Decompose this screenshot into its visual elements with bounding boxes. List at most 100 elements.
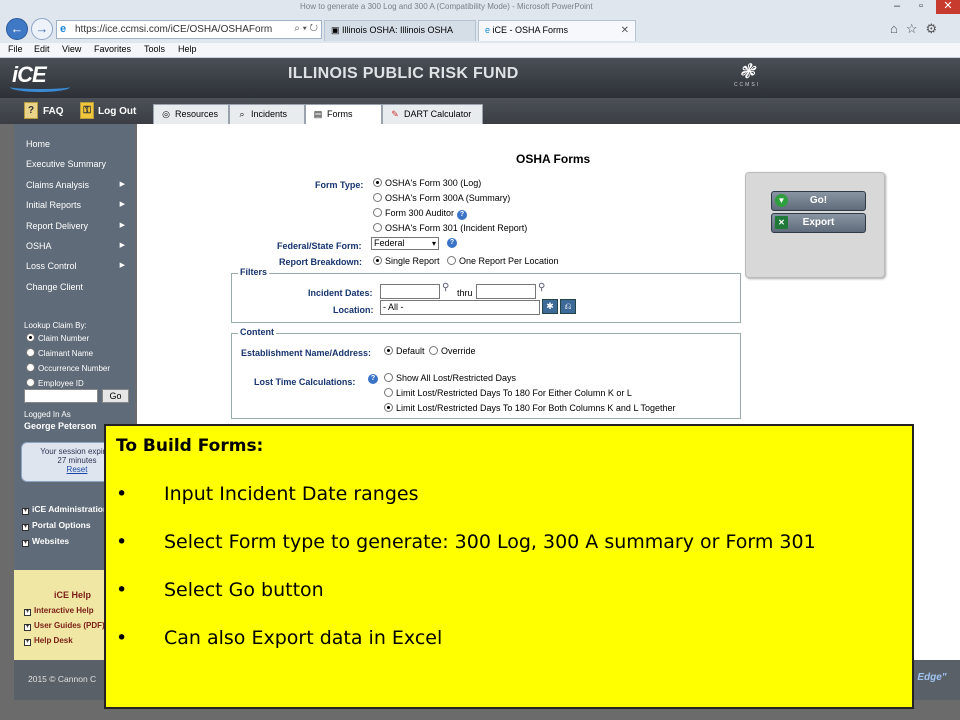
back-button[interactable]: ← (6, 18, 28, 40)
sidebar-link-portal-options[interactable]: + Portal Options (22, 520, 91, 531)
help-link-interactive[interactable]: + Interactive Help (24, 606, 94, 616)
radio-selected[interactable] (384, 346, 393, 355)
content-legend: Content (238, 327, 276, 337)
radio[interactable] (26, 348, 35, 357)
lookup-employee-id-radio[interactable]: Employee ID (26, 378, 84, 388)
plus-icon: + (22, 508, 29, 515)
lost-time-limit-either-radio[interactable]: Limit Lost/Restricted Days To 180 For Ei… (384, 388, 632, 398)
magnifier-icon: ⌕ (239, 109, 245, 119)
logged-in-user: George Peterson (24, 421, 97, 431)
radio-selected[interactable] (373, 178, 382, 187)
help-icon[interactable]: ? (457, 210, 468, 220)
location-label: Location: (333, 305, 374, 315)
sidebar-item-claims-analysis[interactable]: Claims Analysis ▶ (14, 175, 135, 195)
help-link-help-desk[interactable]: + Help Desk (24, 636, 73, 646)
address-bar[interactable]: e https://ice.ccmsi.com/iCE/OSHA/OSHAFor… (56, 20, 322, 39)
app-header: iCE ILLINOIS PUBLIC RISK FUND ❃ CCMSI (0, 58, 960, 98)
radio-selected[interactable] (373, 256, 382, 265)
window-titlebar: How to generate a 300 Log and 300 A (Com… (0, 0, 960, 16)
gear-icon[interactable]: ⚙ (926, 21, 946, 36)
lookup-go-button[interactable]: Go (102, 389, 129, 403)
radio[interactable] (429, 346, 438, 355)
location-picker-icon[interactable]: ✱ (542, 299, 558, 314)
address-url[interactable]: https://ice.ccmsi.com/iCE/OSHA/OSHAForm (75, 24, 272, 35)
radio[interactable] (26, 378, 35, 387)
lost-time-show-all-radio[interactable]: Show All Lost/Restricted Days (384, 373, 516, 383)
sidebar-item-osha[interactable]: OSHA ▶ (14, 236, 135, 256)
menu-edit[interactable]: Edit (34, 44, 50, 54)
tab-resources[interactable]: ◎ Resources (153, 104, 229, 124)
minimize-icon[interactable]: – (886, 0, 908, 14)
maximize-icon[interactable]: ▫ (910, 0, 932, 14)
form-type-300a-summary-radio[interactable]: OSHA's Form 300A (Summary) (373, 193, 510, 203)
export-button[interactable]: ✕ Export (771, 213, 866, 233)
location-input[interactable]: - All - (380, 300, 540, 315)
logout-link[interactable]: Log Out (98, 106, 136, 117)
form-type-300-auditor-radio[interactable]: Form 300 Auditor? (373, 208, 468, 220)
close-tab-icon[interactable]: ✕ (621, 25, 629, 36)
search-refresh-icons[interactable]: ⌕ ▾ ↻ (294, 23, 318, 34)
menu-tools[interactable]: Tools (144, 44, 165, 54)
lost-time-limit-both-radio[interactable]: Limit Lost/Restricted Days To 180 For Bo… (384, 403, 675, 413)
breakdown-single-report-radio[interactable]: Single Report (373, 256, 440, 266)
calendar-icon[interactable]: ⚲ (538, 282, 545, 293)
radio[interactable] (373, 208, 382, 217)
radio[interactable] (373, 193, 382, 202)
home-icon[interactable]: ⌂ (890, 21, 906, 36)
faq-icon[interactable]: ? (24, 102, 38, 119)
go-button[interactable]: ▼ Go! (771, 191, 866, 211)
radio-selected[interactable] (26, 333, 35, 342)
help-icon[interactable]: ? (368, 374, 378, 384)
radio[interactable] (384, 373, 393, 382)
calendar-icon[interactable]: ⚲ (442, 282, 449, 293)
sidebar-item-report-delivery[interactable]: Report Delivery ▶ (14, 216, 135, 236)
menu-help[interactable]: Help (178, 44, 197, 54)
incident-date-from-input[interactable] (380, 284, 440, 299)
sidebar-item-home[interactable]: Home (14, 134, 135, 154)
federal-state-select[interactable]: Federal ▾ (371, 237, 439, 250)
help-icon[interactable]: ? (447, 238, 457, 248)
close-icon[interactable]: ✕ (936, 0, 960, 14)
establishment-default-radio[interactable]: Default (384, 346, 425, 356)
location-clear-icon[interactable]: ⎌ (560, 299, 576, 314)
lookup-claim-number-radio[interactable]: Claim Number (26, 333, 89, 343)
help-link-user-guides[interactable]: + User Guides (PDF) (24, 621, 105, 631)
bullet-icon: • (116, 579, 128, 601)
form-type-label: Form Type: (315, 180, 364, 190)
page-title: OSHA Forms (516, 152, 591, 166)
tab-dart-calculator[interactable]: ✎ DART Calculator (382, 104, 483, 124)
tab-forms[interactable]: ▤ Forms (305, 104, 382, 125)
form-type-301-radio[interactable]: OSHA's Form 301 (Incident Report) (373, 223, 527, 233)
lock-icon[interactable]: ⚿ (80, 102, 94, 119)
incident-date-to-input[interactable] (476, 284, 536, 299)
sidebar-item-loss-control[interactable]: Loss Control ▶ (14, 256, 135, 276)
sidebar-item-initial-reports[interactable]: Initial Reports ▶ (14, 195, 135, 215)
browser-tab-ice-osha-forms[interactable]: e iCE - OSHA Forms ✕ (478, 20, 636, 41)
radio[interactable] (447, 256, 456, 265)
menu-file[interactable]: File (8, 44, 23, 54)
star-icon[interactable]: ☆ (906, 21, 926, 36)
tab-incidents[interactable]: ⌕ Incidents (229, 104, 305, 124)
establishment-label: Establishment Name/Address: (241, 348, 372, 358)
plus-icon: + (24, 639, 31, 646)
forward-button[interactable]: → (31, 18, 53, 40)
radio[interactable] (384, 388, 393, 397)
breakdown-per-location-radio[interactable]: One Report Per Location (447, 256, 559, 266)
browser-tab-illinois-osha[interactable]: ▣ Illinois OSHA: Illinois OSHA (324, 20, 476, 41)
form-type-300-log-radio[interactable]: OSHA's Form 300 (Log) (373, 178, 481, 188)
sidebar-link-ice-administration[interactable]: + iCE Administration (22, 504, 108, 515)
lookup-claimant-name-radio[interactable]: Claimant Name (26, 348, 93, 358)
menu-view[interactable]: View (62, 44, 81, 54)
lookup-occurrence-number-radio[interactable]: Occurrence Number (26, 363, 110, 373)
logged-in-label: Logged In As (24, 410, 71, 419)
establishment-override-radio[interactable]: Override (429, 346, 476, 356)
menu-favorites[interactable]: Favorites (94, 44, 131, 54)
faq-link[interactable]: FAQ (43, 106, 64, 117)
lookup-input[interactable] (24, 389, 98, 403)
radio[interactable] (26, 363, 35, 372)
radio[interactable] (373, 223, 382, 232)
sidebar-link-websites[interactable]: + Websites (22, 536, 69, 547)
sidebar-item-executive-summary[interactable]: Executive Summary (14, 154, 135, 174)
radio-selected[interactable] (384, 403, 393, 412)
sidebar-item-change-client[interactable]: Change Client (14, 277, 135, 297)
